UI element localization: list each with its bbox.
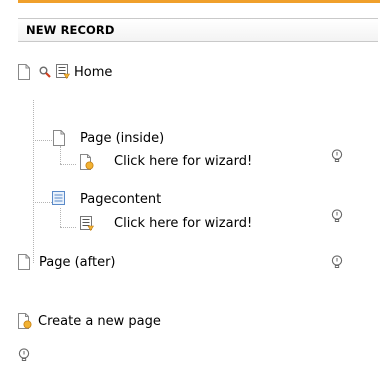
help-bulb-icon[interactable]	[331, 149, 344, 163]
page-icon[interactable]	[18, 254, 30, 270]
page-after-item[interactable]: Page (after)	[39, 255, 116, 271]
page-wizard-icon[interactable]	[80, 154, 94, 170]
wizard-link-content[interactable]: Click here for wizard!	[114, 216, 252, 232]
tree-connector	[60, 227, 76, 228]
tree-connector	[60, 146, 61, 164]
search-icon[interactable]	[39, 66, 51, 78]
page-icon[interactable]	[53, 130, 65, 146]
tree-connector	[33, 202, 52, 203]
section-header: NEW RECORD	[18, 18, 378, 42]
top-accent-bar	[18, 0, 380, 3]
wizard-link-inside[interactable]: Click here for wizard!	[114, 154, 252, 170]
page-inside-item[interactable]: Page (inside)	[80, 131, 164, 147]
content-list-icon[interactable]	[80, 216, 94, 231]
page-wizard-icon[interactable]	[18, 313, 32, 329]
help-bulb-icon[interactable]	[331, 255, 344, 269]
create-page-link[interactable]: Create a new page	[38, 314, 161, 330]
tree-connector	[33, 100, 34, 263]
tree-connector	[60, 164, 76, 165]
tree-connector	[60, 208, 61, 227]
help-bulb-icon[interactable]	[18, 348, 31, 362]
page-icon[interactable]	[18, 64, 30, 80]
help-bulb-icon[interactable]	[331, 209, 344, 223]
home-link[interactable]: Home	[74, 65, 112, 81]
tree-connector	[33, 140, 52, 141]
content-element-icon[interactable]	[52, 191, 66, 206]
pagecontent-item[interactable]: Pagecontent	[80, 192, 161, 208]
content-list-icon[interactable]	[56, 64, 70, 79]
header-title: NEW RECORD	[26, 23, 115, 37]
